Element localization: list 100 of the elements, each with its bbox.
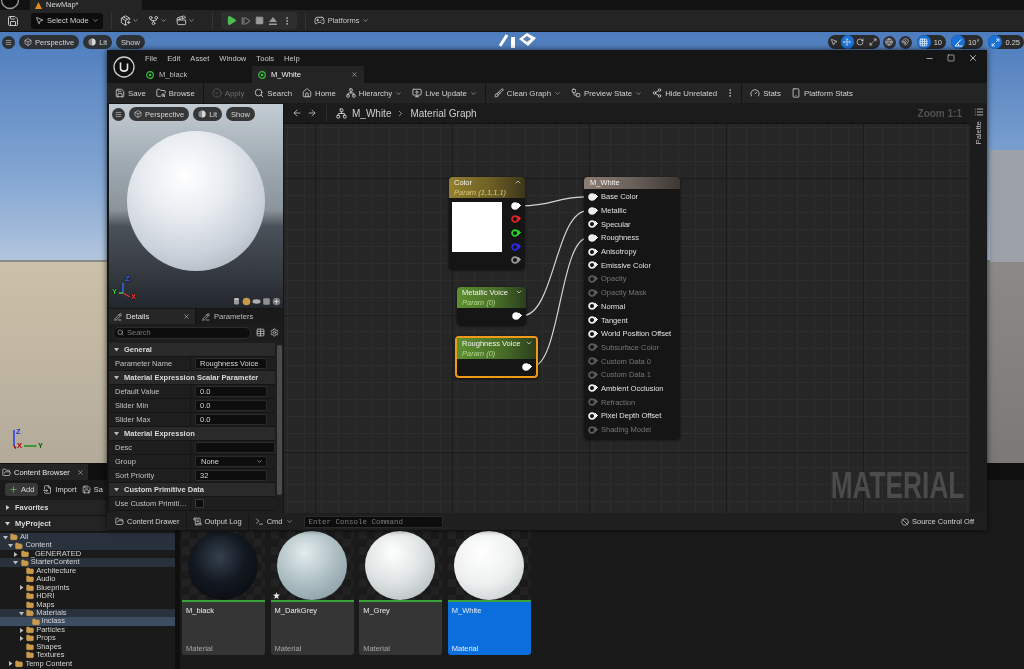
stop-icon[interactable]	[254, 16, 264, 25]
folder-icon	[26, 575, 35, 584]
plus-circle-icon[interactable]	[272, 297, 281, 306]
caret-icon[interactable]	[13, 560, 19, 566]
transform-tool-button[interactable]	[866, 35, 880, 49]
cylinder-icon[interactable]	[232, 297, 241, 306]
menu-button[interactable]	[2, 35, 15, 49]
caret-icon[interactable]	[114, 431, 119, 436]
snap-toggle-button[interactable]	[916, 35, 931, 49]
chevron-down-icon	[469, 89, 477, 97]
material-sphere	[365, 531, 436, 600]
transform-tool-button[interactable]	[840, 35, 854, 49]
plane-icon[interactable]	[252, 297, 261, 306]
caret-icon[interactable]	[5, 505, 10, 510]
step-forward-icon[interactable]	[240, 15, 251, 26]
transform-tool-button[interactable]	[853, 35, 867, 49]
output-pin-icon[interactable]	[511, 229, 521, 237]
chevron-down-icon[interactable]	[159, 17, 167, 24]
gamepad-icon	[313, 15, 325, 26]
close-icon[interactable]	[968, 53, 978, 63]
folder-icon	[26, 651, 35, 660]
checkbox[interactable]	[195, 499, 204, 508]
cursor-icon	[35, 16, 44, 25]
folder-open-icon	[15, 541, 24, 550]
caret-icon[interactable]	[18, 635, 24, 641]
input-pin-icon[interactable]	[588, 206, 598, 215]
pencil-icon	[202, 312, 210, 321]
input-pin-icon[interactable]	[588, 316, 598, 325]
cube-plus-icon[interactable]	[119, 15, 131, 26]
table-icon[interactable]	[256, 328, 265, 337]
settings-icon[interactable]	[270, 328, 279, 337]
back-arrow-icon[interactable]	[292, 108, 302, 118]
result-node[interactable]	[584, 177, 680, 440]
chevron-down-icon[interactable]	[515, 288, 523, 296]
sphere-icon[interactable]	[242, 297, 251, 306]
chevron-up-icon[interactable]	[514, 178, 522, 186]
logo-icon[interactable]	[112, 55, 135, 78]
caret-icon[interactable]	[114, 347, 119, 352]
text-field[interactable]	[195, 442, 275, 453]
breadcrumb-item[interactable]: Material Graph	[410, 107, 477, 119]
shaded-circle-icon	[198, 110, 207, 118]
brush-icon	[493, 88, 504, 98]
folder-icon	[26, 626, 35, 635]
clapperboard-icon[interactable]	[175, 15, 187, 26]
smartphone-icon	[790, 88, 801, 98]
search-icon	[117, 329, 124, 336]
scale-arrows-icon	[869, 38, 878, 46]
snap-toggle-button[interactable]	[951, 35, 966, 49]
cube-icon	[24, 38, 32, 46]
material-sphere	[453, 531, 524, 600]
input-pin-icon[interactable]	[588, 233, 598, 242]
eject-icon[interactable]	[267, 15, 278, 26]
input-pin-icon[interactable]	[588, 220, 598, 229]
chevron-down-icon[interactable]	[187, 17, 195, 24]
play-icon[interactable]	[225, 15, 237, 26]
axis-gizmo-icon	[11, 427, 37, 449]
logo-icon[interactable]	[0, 0, 20, 10]
material-icon	[258, 70, 266, 79]
breadcrumb-item[interactable]: M_White	[352, 107, 392, 119]
caret-icon[interactable]	[114, 487, 119, 492]
folder-icon	[15, 659, 24, 668]
globe-icon	[885, 38, 894, 46]
output-pin-icon[interactable]	[522, 362, 532, 371]
input-pin-icon[interactable]	[588, 411, 598, 420]
surface-snapping-button[interactable]	[898, 35, 912, 49]
input-pin-icon[interactable]	[588, 192, 598, 201]
branch-icon[interactable]	[147, 15, 159, 26]
caret-icon[interactable]	[18, 585, 24, 591]
input-pin-icon[interactable]	[588, 329, 598, 338]
chevron-down-icon[interactable]	[525, 339, 533, 347]
input-pin-icon[interactable]	[588, 247, 598, 256]
menu-button[interactable]	[112, 107, 125, 121]
output-pin-icon[interactable]	[511, 256, 521, 265]
snap-toggle-button[interactable]	[988, 35, 1003, 49]
caret-icon[interactable]	[114, 375, 119, 380]
input-pin-icon[interactable]	[588, 302, 598, 311]
grid-icon	[919, 37, 929, 47]
close-icon[interactable]	[183, 313, 190, 320]
caret-icon[interactable]	[5, 521, 10, 526]
close-icon[interactable]	[77, 468, 84, 476]
input-pin-icon[interactable]	[588, 384, 598, 393]
caret-icon[interactable]	[7, 661, 13, 667]
output-pin-icon[interactable]	[511, 201, 521, 210]
material-sphere	[276, 531, 347, 600]
world-space-button[interactable]	[882, 35, 896, 49]
input-pin-icon[interactable]	[588, 261, 598, 270]
check-circle-icon	[211, 88, 222, 98]
angle-icon	[953, 37, 963, 47]
folder-open-icon	[20, 558, 29, 567]
forward-arrow-icon[interactable]	[307, 108, 317, 118]
scrollbar[interactable]	[277, 345, 282, 495]
chevron-down-icon[interactable]	[131, 17, 139, 24]
cube-icon[interactable]	[262, 297, 271, 306]
list-icon[interactable]	[973, 107, 984, 117]
import-icon	[43, 484, 53, 494]
maximize-icon[interactable]	[947, 54, 955, 62]
shaded-circle-icon	[88, 38, 97, 46]
close-icon[interactable]	[351, 71, 358, 78]
output-pin-icon[interactable]	[512, 311, 522, 320]
search-icon	[254, 88, 265, 98]
